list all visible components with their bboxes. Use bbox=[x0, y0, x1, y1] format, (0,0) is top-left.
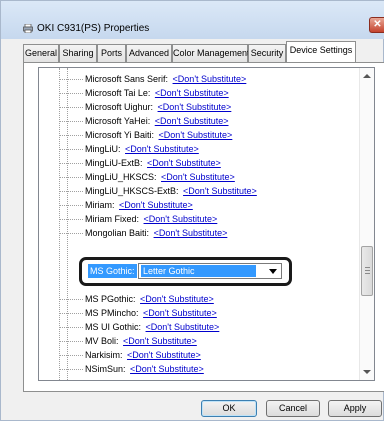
chevron-down-icon[interactable] bbox=[269, 269, 277, 274]
substitute-link[interactable]: <Don't Substitute> bbox=[119, 200, 193, 210]
substitute-link[interactable]: <Don't Substitute> bbox=[183, 186, 257, 196]
substitute-link[interactable]: <Don't Substitute> bbox=[155, 116, 229, 126]
font-row-mingliu-hkscs[interactable]: MingLiU_HKSCS: <Don't Substitute> bbox=[59, 170, 235, 184]
vertical-scrollbar[interactable] bbox=[359, 68, 374, 380]
ok-button[interactable]: OK bbox=[201, 400, 257, 417]
apply-button[interactable]: Apply bbox=[328, 400, 382, 417]
substitute-font-dropdown[interactable]: Letter Gothic bbox=[138, 263, 282, 279]
substitute-link[interactable]: <Don't Substitute> bbox=[159, 130, 233, 140]
font-row-mingliu-extb[interactable]: MingLiU-ExtB: <Don't Substitute> bbox=[59, 156, 221, 170]
font-name: MingLiU_HKSCS: bbox=[85, 172, 157, 182]
substitute-link[interactable]: <Don't Substitute> bbox=[158, 102, 232, 112]
tab-color-management[interactable]: Color Management bbox=[172, 44, 250, 62]
substitute-link[interactable]: <Don't Substitute> bbox=[173, 74, 247, 84]
substitute-link[interactable]: <Don't Substitute> bbox=[140, 294, 214, 304]
font-name: Narkisim: bbox=[85, 350, 123, 360]
tree-guide-line-outer bbox=[59, 68, 60, 380]
font-name: Microsoft Tai Le: bbox=[85, 88, 151, 98]
font-row-narkisim[interactable]: Narkisim: <Don't Substitute> bbox=[59, 348, 201, 362]
font-row-microsoft-uighur[interactable]: Microsoft Uighur: <Don't Substitute> bbox=[59, 100, 232, 114]
font-name: MingLiU-ExtB: bbox=[85, 158, 143, 168]
printer-icon bbox=[23, 24, 33, 33]
font-name: MS PMincho: bbox=[85, 308, 139, 318]
font-name: Microsoft Sans Serif: bbox=[85, 74, 169, 84]
selected-font-label[interactable]: MS Gothic: bbox=[88, 264, 137, 278]
font-row-mv-boli[interactable]: MV Boli: <Don't Substitute> bbox=[59, 334, 197, 348]
substitute-link[interactable]: <Don't Substitute> bbox=[147, 158, 221, 168]
scroll-down-arrow-icon[interactable] bbox=[363, 370, 371, 374]
font-name: MS UI Gothic: bbox=[85, 322, 142, 332]
window-title: OKI C931(PS) Properties bbox=[37, 23, 150, 34]
font-name: MV Boli: bbox=[85, 336, 119, 346]
tab-security[interactable]: Security bbox=[248, 44, 286, 62]
font-row-microsoft-tai-le[interactable]: Microsoft Tai Le: <Don't Substitute> bbox=[59, 86, 229, 100]
font-row-miriam-fixed[interactable]: Miriam Fixed: <Don't Substitute> bbox=[59, 212, 218, 226]
substitute-link[interactable]: <Don't Substitute> bbox=[130, 364, 204, 374]
properties-window: OKI C931(PS) Properties ✕ General Sharin… bbox=[0, 0, 384, 421]
font-name: Mongolian Baiti: bbox=[85, 228, 150, 238]
font-name: Microsoft YaHei: bbox=[85, 116, 151, 126]
tab-device-settings[interactable]: Device Settings bbox=[286, 41, 356, 62]
substitute-link[interactable]: <Don't Substitute> bbox=[146, 322, 220, 332]
font-row-microsoft-yahei[interactable]: Microsoft YaHei: <Don't Substitute> bbox=[59, 114, 229, 128]
scroll-thumb[interactable] bbox=[361, 246, 373, 296]
font-name: MingLiU_HKSCS-ExtB: bbox=[85, 186, 179, 196]
tab-general[interactable]: General bbox=[23, 44, 59, 62]
font-row-microsoft-yi-baiti[interactable]: Microsoft Yi Baiti: <Don't Substitute> bbox=[59, 128, 233, 142]
substitute-link[interactable]: <Don't Substitute> bbox=[127, 350, 201, 360]
font-row-mingliu-hkscs-extb[interactable]: MingLiU_HKSCS-ExtB: <Don't Substitute> bbox=[59, 184, 257, 198]
tree-guide-line-inner bbox=[67, 68, 68, 380]
substitute-link[interactable]: <Don't Substitute> bbox=[125, 144, 199, 154]
font-row-nsimsun[interactable]: NSimSun: <Don't Substitute> bbox=[59, 362, 204, 376]
font-name: Microsoft Uighur: bbox=[85, 102, 154, 112]
tab-ports[interactable]: Ports bbox=[97, 44, 126, 62]
font-row-mongolian-baiti[interactable]: Mongolian Baiti: <Don't Substitute> bbox=[59, 226, 228, 240]
font-name: MS PGothic: bbox=[85, 294, 136, 304]
font-row-ms-ui-gothic[interactable]: MS UI Gothic: <Don't Substitute> bbox=[59, 320, 220, 334]
title-bar[interactable]: OKI C931(PS) Properties ✕ bbox=[1, 1, 384, 39]
font-name: Miriam: bbox=[85, 200, 115, 210]
font-row-mingliu[interactable]: MingLiU: <Don't Substitute> bbox=[59, 142, 199, 156]
font-row-ms-pgothic[interactable]: MS PGothic: <Don't Substitute> bbox=[59, 292, 214, 306]
substitute-link[interactable]: <Don't Substitute> bbox=[161, 172, 235, 182]
tab-advanced[interactable]: Advanced bbox=[126, 44, 172, 62]
close-button[interactable]: ✕ bbox=[369, 17, 384, 33]
scroll-up-arrow-icon[interactable] bbox=[363, 74, 371, 78]
tab-sharing[interactable]: Sharing bbox=[59, 44, 97, 62]
cancel-button[interactable]: Cancel bbox=[266, 400, 320, 417]
substitute-link[interactable]: <Don't Substitute> bbox=[154, 228, 228, 238]
font-row-microsoft-sans-serif[interactable]: Microsoft Sans Serif: <Don't Substitute> bbox=[59, 72, 247, 86]
font-name: MingLiU: bbox=[85, 144, 121, 154]
tab-strip: General Sharing Ports Advanced Color Man… bbox=[23, 40, 384, 62]
dropdown-selected-value: Letter Gothic bbox=[141, 265, 256, 277]
substitute-link[interactable]: <Don't Substitute> bbox=[143, 308, 217, 318]
grip-line bbox=[365, 270, 370, 271]
font-row-miriam[interactable]: Miriam: <Don't Substitute> bbox=[59, 198, 193, 212]
font-name: NSimSun: bbox=[85, 364, 126, 374]
font-name: Miriam Fixed: bbox=[85, 214, 140, 224]
font-name: Microsoft Yi Baiti: bbox=[85, 130, 155, 140]
grip-line bbox=[365, 273, 370, 274]
grip-line bbox=[365, 267, 370, 268]
substitute-link[interactable]: <Don't Substitute> bbox=[123, 336, 197, 346]
font-row-ms-pmincho[interactable]: MS PMincho: <Don't Substitute> bbox=[59, 306, 217, 320]
substitute-link[interactable]: <Don't Substitute> bbox=[144, 214, 218, 224]
substitute-link[interactable]: <Don't Substitute> bbox=[155, 88, 229, 98]
